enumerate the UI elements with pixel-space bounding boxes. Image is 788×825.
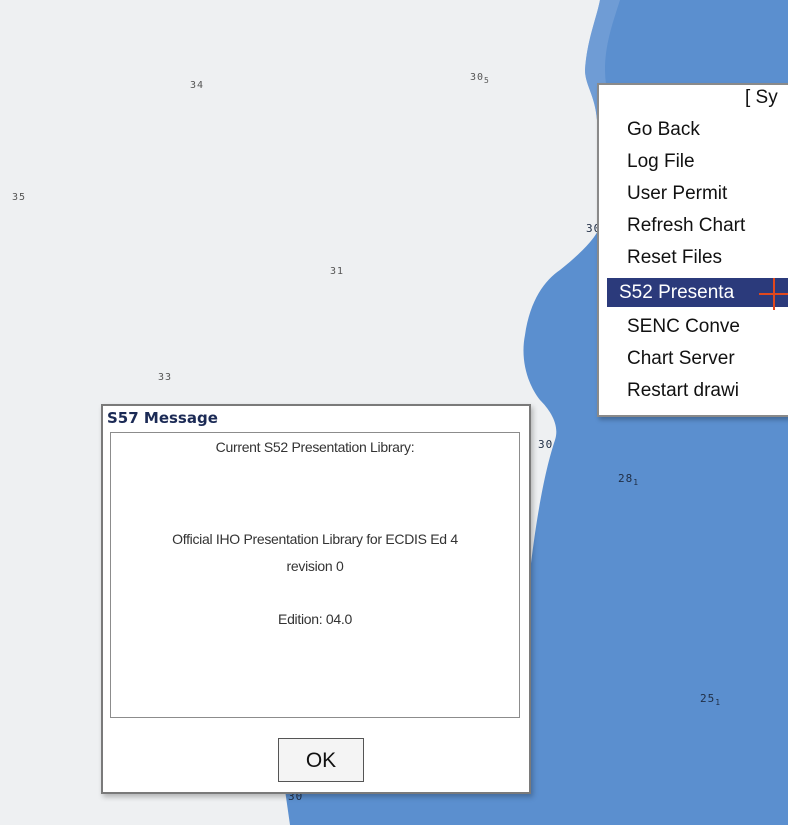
menu-item-user-permit[interactable]: User Permit xyxy=(605,179,788,208)
menu-item-chart-server[interactable]: Chart Server xyxy=(605,344,788,373)
depth-sounding: 31 xyxy=(330,266,345,277)
depth-sounding: 305 xyxy=(470,72,490,85)
ecdis-screen: 34 305 35 31 33 30 281 251 30 30 [ Sy Go… xyxy=(0,0,788,825)
dialog-title: S57 Message xyxy=(107,409,218,427)
ok-button[interactable]: OK xyxy=(278,738,364,782)
depth-sounding: 281 xyxy=(618,472,640,488)
message-revision: revision 0 xyxy=(286,558,344,574)
depth-sounding: 33 xyxy=(158,372,173,383)
depth-sounding: 34 xyxy=(190,80,205,91)
message-library-heading: Current S52 Presentation Library: xyxy=(215,439,415,455)
sea-strip-bottom xyxy=(285,790,530,825)
menu-item-log-file[interactable]: Log File xyxy=(605,147,788,176)
menu-item-refresh-chart[interactable]: Refresh Chart xyxy=(605,211,788,240)
menu-item-senc-conversion[interactable]: SENC Conve xyxy=(605,312,788,341)
menu-item-go-back[interactable]: Go Back xyxy=(605,115,788,144)
context-menu: [ Sy Go Back Log File User Permit Refres… xyxy=(597,83,788,417)
menu-header: [ Sy xyxy=(745,87,778,108)
s57-message-dialog: S57 Message Current S52 Presentation Lib… xyxy=(101,404,531,794)
depth-sounding: 251 xyxy=(700,692,722,708)
menu-item-reset-files[interactable]: Reset Files xyxy=(605,243,788,272)
depth-sounding: 30 xyxy=(538,438,554,451)
message-library-name: Official IHO Presentation Library for EC… xyxy=(172,531,458,547)
dialog-message-panel: Current S52 Presentation Library: Offici… xyxy=(110,432,520,718)
crosshair-cursor-icon xyxy=(759,278,788,310)
message-edition: Edition: 04.0 xyxy=(278,611,352,627)
depth-sounding: 35 xyxy=(12,192,27,203)
menu-item-restart-drawing[interactable]: Restart drawi xyxy=(605,376,788,405)
